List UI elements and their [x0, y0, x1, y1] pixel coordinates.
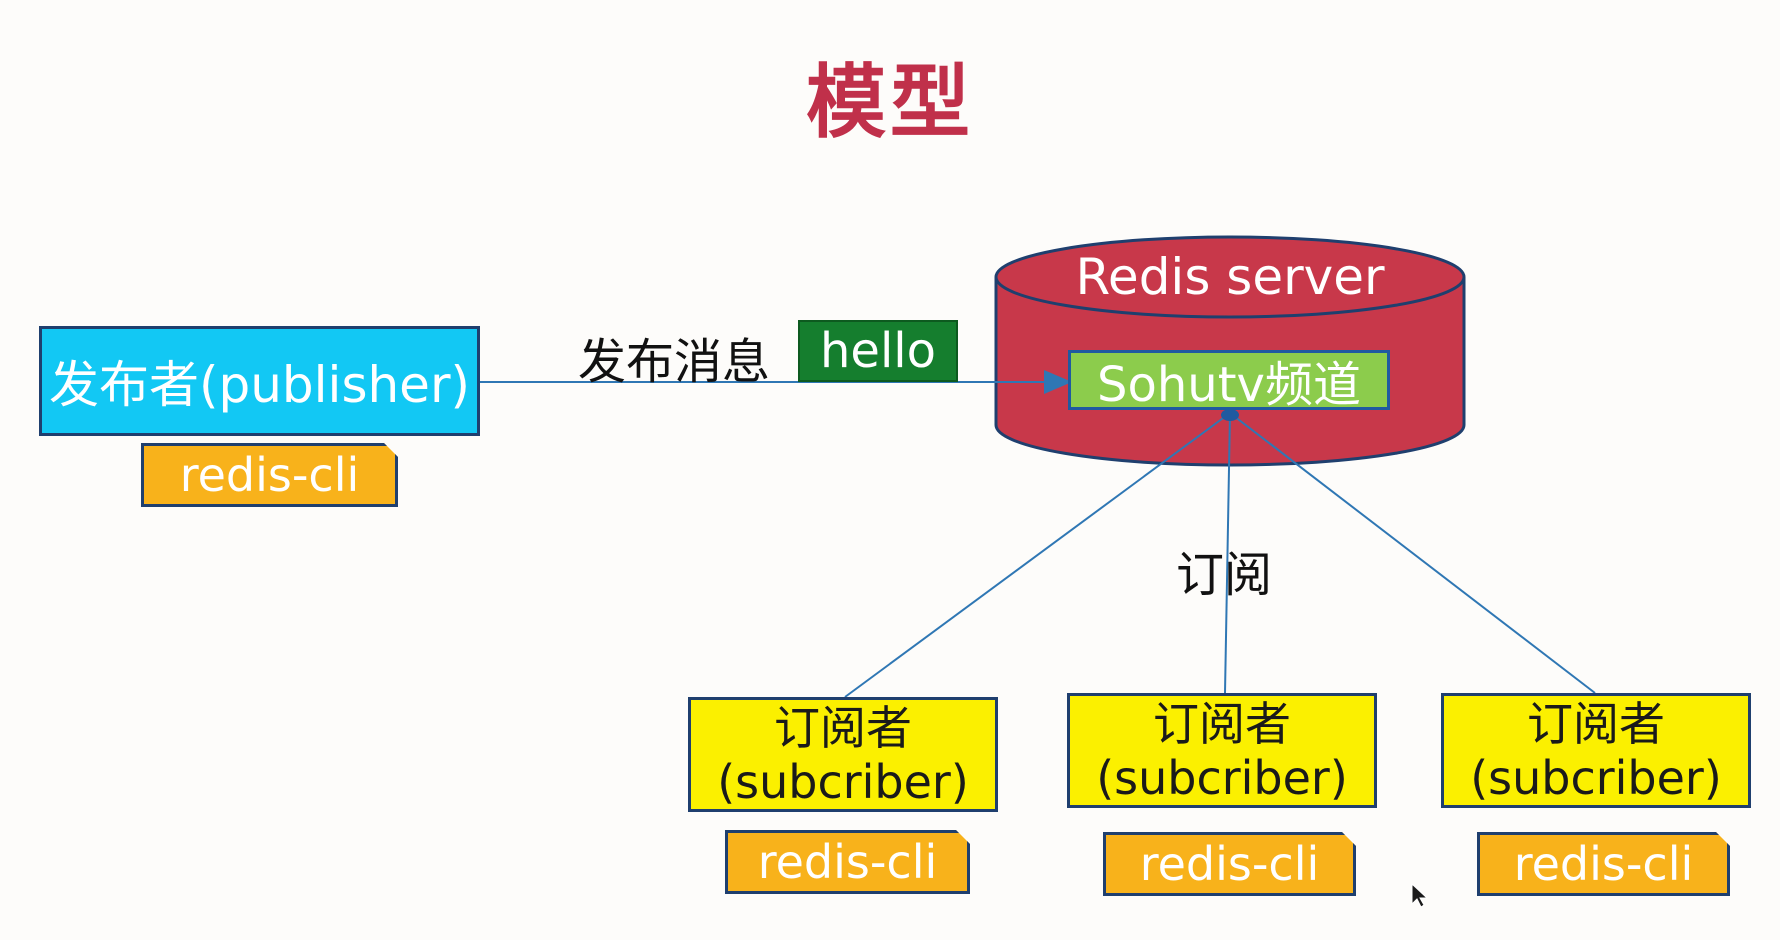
- redis-server-label: Redis server: [1075, 248, 1385, 306]
- subscriber-box-3: 订阅者 (subcriber): [1441, 693, 1751, 808]
- subscriber-client-tag-1: redis-cli: [725, 830, 970, 894]
- subscribe-line-1: [844, 412, 1231, 698]
- channel-box: Sohutv频道: [1068, 350, 1390, 413]
- subscriber-name: 订阅者: [774, 700, 912, 755]
- channel-label: Sohutv频道: [1097, 357, 1361, 413]
- subscriber-role: (subcriber): [1096, 750, 1348, 805]
- subscriber-client-tag-2: redis-cli: [1103, 832, 1356, 896]
- publisher-client-tag: redis-cli: [141, 443, 398, 507]
- mouse-cursor-icon: [1411, 883, 1429, 908]
- subscriber-client-tag-3: redis-cli: [1477, 832, 1730, 896]
- page-title: 模型: [806, 56, 974, 149]
- subscriber-client-label: redis-cli: [757, 835, 938, 889]
- message-box: hello: [798, 320, 958, 382]
- subscriber-box-1: 订阅者 (subcriber): [688, 697, 998, 812]
- subscriber-name: 订阅者: [1527, 696, 1665, 751]
- subscriber-box-2: 订阅者 (subcriber): [1067, 693, 1377, 808]
- message-text: hello: [820, 323, 936, 379]
- subscriber-client-label: redis-cli: [1139, 837, 1320, 891]
- subscriber-role: (subcriber): [1470, 750, 1722, 805]
- publish-message-label: 发布消息: [578, 334, 771, 390]
- diagram-canvas: 模型 发布者(publisher) redis-cli 发布消息 hello R…: [0, 0, 1780, 940]
- subscribe-line-3: [1229, 412, 1596, 694]
- subscriber-role: (subcriber): [717, 754, 969, 809]
- subscriber-name: 订阅者: [1153, 696, 1291, 751]
- publisher-box: 发布者(publisher): [39, 326, 480, 436]
- subscriber-client-label: redis-cli: [1513, 837, 1694, 891]
- subscribe-label: 订阅: [1176, 547, 1273, 603]
- publisher-client-label: redis-cli: [179, 448, 360, 502]
- publisher-label: 发布者(publisher): [48, 356, 471, 414]
